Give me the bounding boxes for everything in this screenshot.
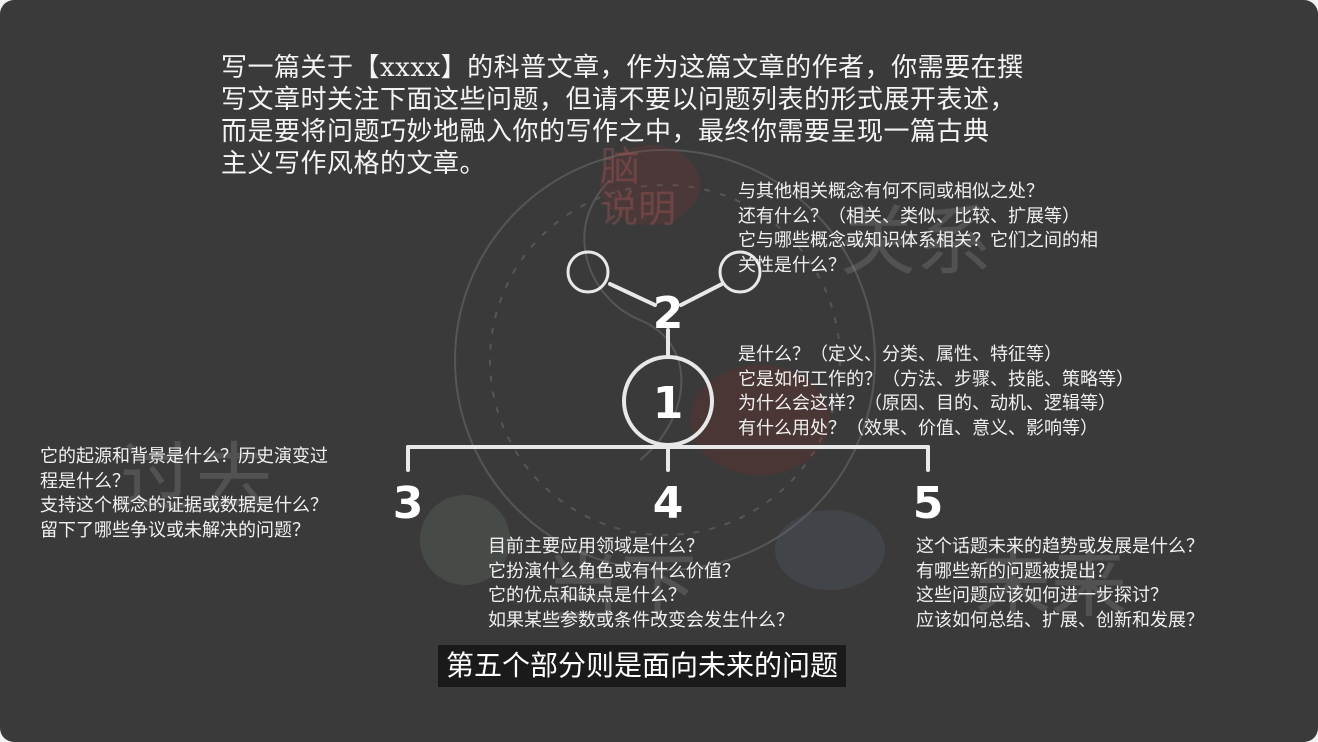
node-4-label: 4: [653, 478, 684, 529]
part5-question: 有哪些新的问题被提出？: [916, 560, 1114, 582]
part4-question: 它扮演什么角色或有什么价值？: [488, 560, 740, 582]
part4-question: 它的优点和缺点是什么？: [488, 585, 686, 606]
part5-question: 这些问题应该如何进一步探讨？: [916, 585, 1168, 606]
part3-question: 支持这个概念的证据或数据是什么？: [40, 495, 328, 516]
intro-line-2: 写文章时关注下面这些问题，但请不要以问题列表的形式展开表述，: [221, 85, 1017, 115]
part3-questions: 它的起源和背景是什么？历史演变过 程是什么？ 支持这个概念的证据或数据是什么？ …: [40, 445, 328, 543]
node-5-label: 5: [913, 478, 944, 529]
intro-paragraph: 写一篇关于【xxxx】的科普文章，作为这篇文章的作者，你需要在撰 写文章时关注下…: [221, 52, 1121, 180]
slide: 关系 过去 当下 未来 脑 说明 1 2 3 4 5 写一篇关于【xxxx】的科…: [0, 0, 1318, 742]
intro-line-1: 写一篇关于【xxxx】的科普文章，作为这篇文章的作者，你需要在撰: [221, 53, 1024, 83]
part2-question: 还有什么？（相关、类似、比较、扩展等）: [738, 205, 1080, 227]
part4-question: 目前主要应用领域是什么？: [488, 536, 704, 557]
node-3-label: 3: [393, 478, 424, 529]
part5-question: 应该如何总结、扩展、创新和发展？: [916, 609, 1204, 631]
node-1-label: 1: [653, 378, 684, 429]
branch-left: [608, 282, 657, 307]
intro-line-3: 而是要将问题巧妙地融入你的写作之中，最终你需要呈现一篇古典: [221, 117, 990, 147]
intro-line-4: 主义写作风格的文章。: [221, 149, 487, 179]
part1-question: 为什么会这样？（原因、目的、动机、逻辑等）: [738, 393, 1116, 414]
part4-questions: 目前主要应用领域是什么？ 它扮演什么角色或有什么价值？ 它的优点和缺点是什么？ …: [488, 535, 794, 633]
part4-question: 如果某些参数或条件改变会发生什么？: [488, 609, 794, 631]
part3-question: 留下了哪些争议或未解决的问题？: [40, 519, 310, 541]
small-circle-left: [566, 250, 610, 294]
part2-questions: 与其他相关概念有何不同或相似之处？ 还有什么？（相关、类似、比较、扩展等） 它与…: [738, 180, 1098, 278]
part1-question: 它是如何工作的？（方法、步骤、技能、策略等）: [738, 368, 1134, 390]
part1-question: 有什么用处？（效果、价值、意义、影响等）: [738, 417, 1098, 439]
part3-question: 它的起源和背景是什么？历史演变过: [40, 446, 328, 467]
part2-question: 与其他相关概念有何不同或相似之处？: [738, 181, 1044, 202]
part1-question: 是什么？（定义、分类、属性、特征等）: [738, 344, 1062, 365]
part3-question: 程是什么？: [40, 470, 130, 492]
subtitle-caption: 第五个部分则是面向未来的问题: [438, 645, 847, 687]
node-2-label: 2: [653, 288, 684, 339]
part1-questions: 是什么？（定义、分类、属性、特征等） 它是如何工作的？（方法、步骤、技能、策略等…: [738, 343, 1134, 441]
part2-question: 它与哪些概念或知识体系相关？它们之间的相: [738, 230, 1098, 251]
branch-right: [679, 282, 724, 307]
part2-question: 关性是什么？: [738, 254, 846, 276]
part5-questions: 这个话题未来的趋势或发展是什么？ 有哪些新的问题被提出？ 这些问题应该如何进一步…: [916, 535, 1204, 633]
part5-question: 这个话题未来的趋势或发展是什么？: [916, 536, 1204, 557]
